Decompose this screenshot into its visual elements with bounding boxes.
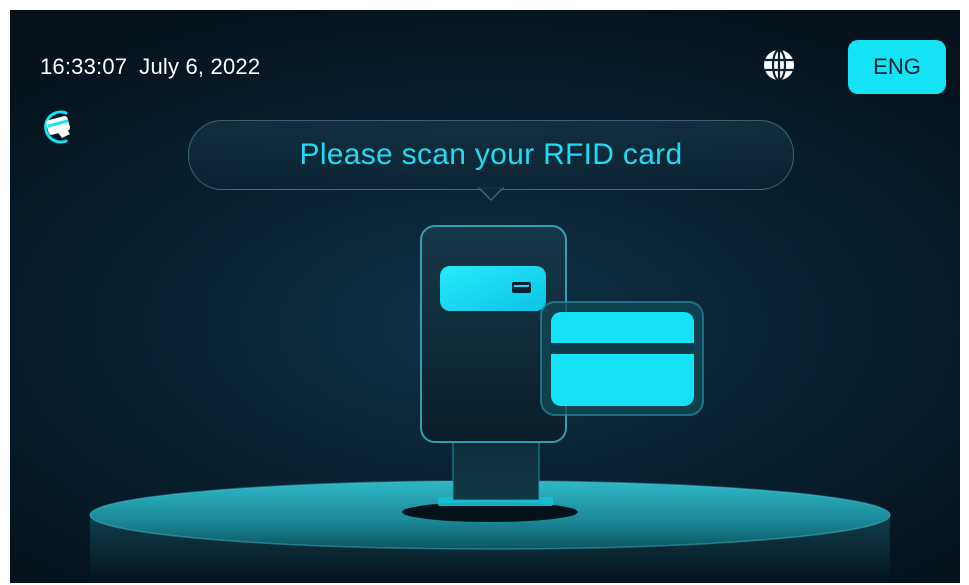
scan-prompt-text: Please scan your RFID card	[299, 138, 683, 171]
terminal-stand	[438, 437, 553, 506]
language-label: ENG	[873, 54, 921, 79]
language-button[interactable]: ENG	[848, 40, 946, 94]
clock: 16:33:07 July 6, 2022	[40, 54, 272, 80]
time-text: 16:33:07	[40, 54, 128, 79]
prompt-bubble: Please scan your RFID card	[188, 120, 794, 190]
prompt-bubble-tail	[478, 187, 504, 201]
globe-icon[interactable]	[762, 48, 796, 82]
rfid-scan-illustration	[89, 225, 891, 583]
card-swipe-icon	[36, 108, 80, 146]
date-text: July 6, 2022	[139, 54, 261, 79]
kiosk-screen: 16:33:07 July 6, 2022 ENG Please scan you…	[10, 10, 960, 583]
rfid-card	[540, 301, 704, 416]
